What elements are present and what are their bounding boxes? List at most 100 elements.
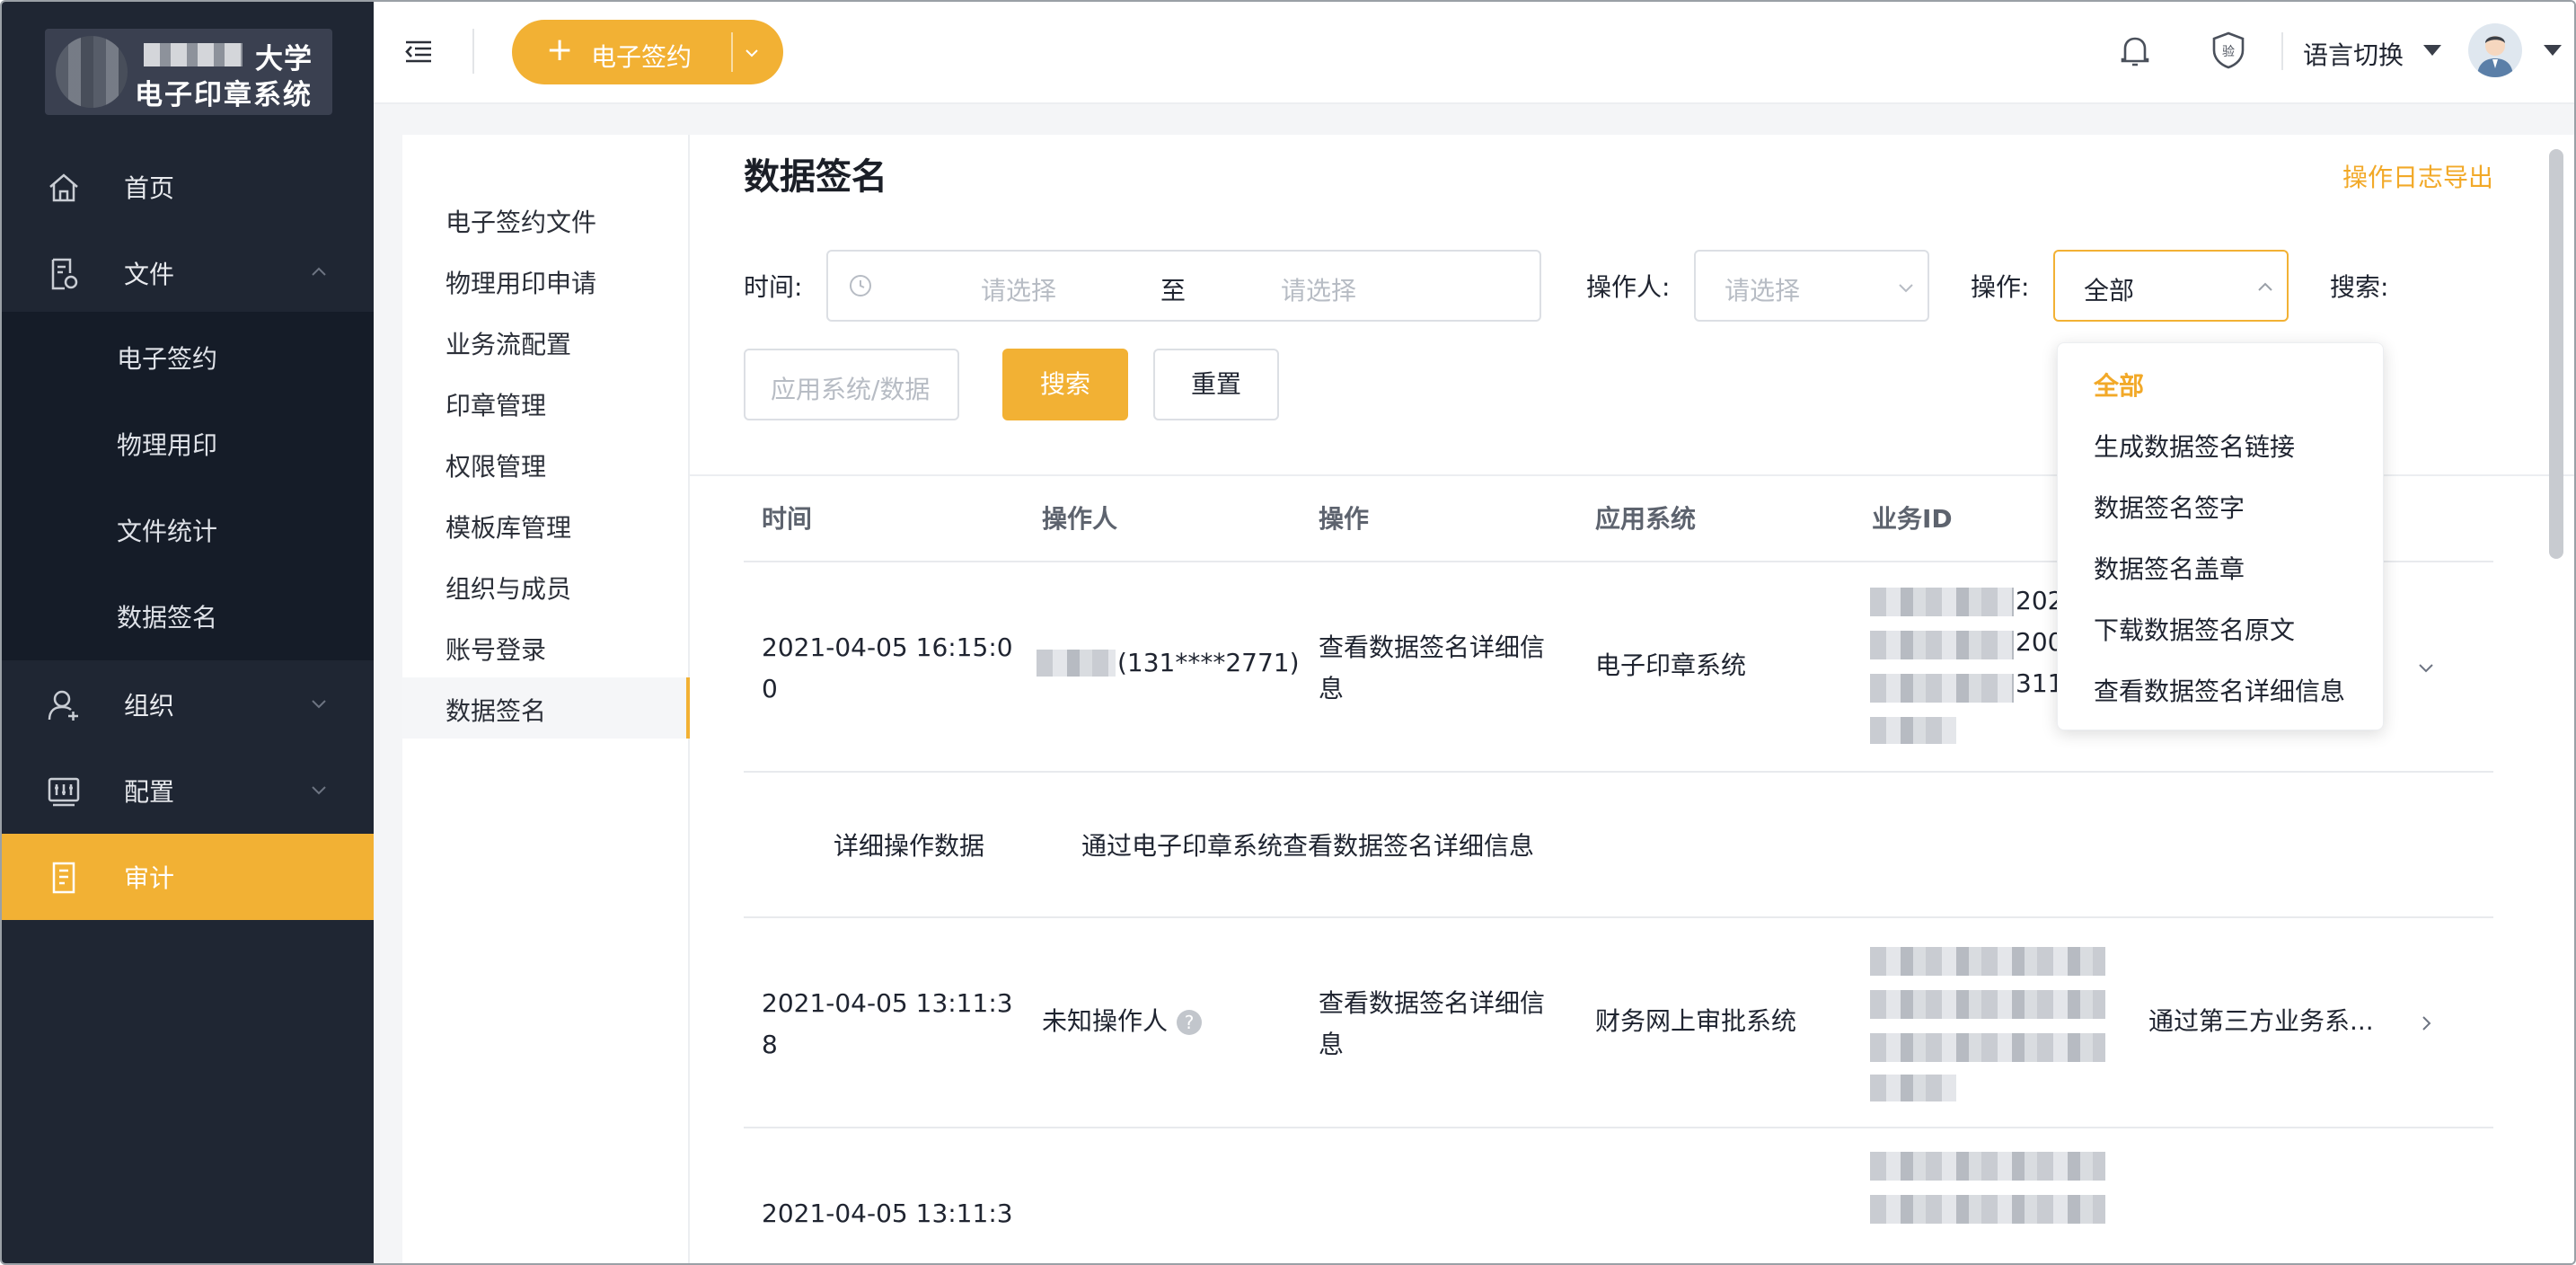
- menu-item-audit[interactable]: 审计: [2, 834, 374, 920]
- scroll-fade: [690, 1222, 2574, 1263]
- cell-extra: 通过第三方业务系...: [2148, 1006, 2374, 1036]
- search-input[interactable]: 应用系统/数据: [744, 349, 959, 420]
- page-title: 数据签名: [744, 156, 887, 198]
- menu-item-home[interactable]: 首页: [2, 144, 374, 230]
- cell-app-system: 电子印章系统: [1595, 650, 1747, 680]
- shield-verify-icon[interactable]: 验: [2210, 31, 2247, 70]
- menu-item-config[interactable]: 配置: [2, 748, 374, 834]
- cell-app-system: 财务网上审批系统: [1595, 1006, 1797, 1036]
- home-icon: [49, 173, 78, 202]
- blurred-business-id: [1870, 717, 1956, 744]
- caret-down-icon[interactable]: [2423, 45, 2441, 56]
- blurred-business-id: [1870, 990, 2105, 1019]
- divider: [472, 29, 474, 74]
- date-range-picker[interactable]: 请选择 至 请选择: [826, 250, 1541, 322]
- dropdown-option-view-detail[interactable]: 查看数据签名详细信息: [2094, 672, 2345, 708]
- blurred-business-id: [1870, 674, 2014, 703]
- config-icon: [48, 777, 80, 807]
- file-icon: [51, 258, 78, 290]
- bell-icon[interactable]: [2116, 32, 2154, 70]
- blurred-business-id: [1870, 1033, 2105, 1062]
- organization-icon: [48, 690, 78, 721]
- dropdown-option-sign[interactable]: 数据签名签字: [2094, 489, 2245, 525]
- operator-select-placeholder: 请选择: [1725, 276, 1801, 305]
- chevron-down-icon: [312, 700, 326, 709]
- esign-button[interactable]: + 电子签约: [512, 20, 783, 84]
- operator-select[interactable]: 请选择: [1694, 250, 1929, 322]
- logo-line1: 大学: [255, 43, 313, 75]
- submenu-item-file-stats[interactable]: 文件统计: [117, 512, 217, 548]
- blurred-operator-name: [1037, 650, 1116, 677]
- divider: [744, 916, 2493, 918]
- menu-label-file: 文件: [124, 260, 175, 289]
- divider: [744, 771, 2493, 773]
- menu-label-audit: 审计: [124, 863, 175, 893]
- submenu-item-esign[interactable]: 电子签约: [117, 340, 217, 376]
- operation-select[interactable]: 全部: [2053, 250, 2289, 322]
- submenu-item-data-signature[interactable]: 数据签名: [117, 598, 217, 634]
- clock-icon: [850, 275, 871, 296]
- scrollbar-thumb[interactable]: [2549, 149, 2563, 559]
- subnav-item-esign-files[interactable]: 电子签约文件: [446, 203, 596, 239]
- column-header-time: 时间: [762, 504, 813, 534]
- subnav-item-physical-seal-apply[interactable]: 物理用印申请: [446, 264, 596, 300]
- button-divider: [731, 32, 733, 72]
- operation-select-value: 全部: [2084, 276, 2135, 305]
- blurred-business-id: [1870, 1075, 1956, 1101]
- range-separator: 至: [1160, 276, 1187, 305]
- top-bar: + 电子签约 验 语言切换: [374, 2, 2574, 104]
- sidebar: 大学 电子印章系统 首页 文件 电子签约 物理用印 文件统计 数据签名 组织 配…: [2, 2, 374, 1263]
- chevron-down-icon[interactable]: [742, 43, 762, 63]
- submenu-item-physical-seal[interactable]: 物理用印: [117, 426, 217, 462]
- logo-blurred-name: [144, 43, 243, 66]
- menu-item-file[interactable]: 文件: [2, 230, 374, 316]
- chevron-right-icon[interactable]: [2414, 1012, 2438, 1035]
- logo-emblem: [56, 36, 128, 108]
- divider: [2281, 32, 2283, 70]
- cell-operator-phone: (131****2771): [1117, 648, 1300, 677]
- subnav-item-org-members[interactable]: 组织与成员: [446, 570, 571, 606]
- column-header-business-id: 业务ID: [1872, 504, 1953, 534]
- column-header-operator: 操作人: [1042, 504, 1118, 534]
- search-label: 搜索:: [2330, 272, 2389, 302]
- blurred-business-id: [1870, 1195, 2105, 1224]
- reset-button[interactable]: 重置: [1153, 349, 1279, 420]
- start-date-input[interactable]: 请选择: [981, 271, 1056, 307]
- end-date-input[interactable]: 请选择: [1281, 271, 1356, 307]
- subnav-item-account-login[interactable]: 账号登录: [446, 631, 546, 667]
- dropdown-option-download[interactable]: 下载数据签名原文: [2094, 611, 2295, 647]
- language-switch[interactable]: 语言切换: [2303, 36, 2404, 72]
- operator-label: 操作人:: [1586, 272, 1671, 302]
- blurred-business-id: [1870, 1152, 2105, 1181]
- chevron-down-icon[interactable]: [2414, 656, 2438, 679]
- subnav-item-data-signature[interactable]: 数据签名: [446, 692, 546, 728]
- menu-item-organization[interactable]: 组织: [2, 661, 374, 748]
- subnav-item-seal-management[interactable]: 印章管理: [446, 386, 546, 422]
- cell-time: 2021-04-05 13:11:3 8: [762, 988, 1013, 1059]
- subnav-item-permission-management[interactable]: 权限管理: [446, 447, 546, 483]
- sub-navigation: 电子签约文件 物理用印申请 业务流配置 印章管理 权限管理 模板库管理 组织与成…: [402, 135, 690, 1263]
- svg-text:验: 验: [2222, 45, 2235, 59]
- subnav-item-workflow-config[interactable]: 业务流配置: [446, 325, 571, 361]
- dropdown-option-stamp[interactable]: 数据签名盖章: [2094, 550, 2245, 586]
- search-input-placeholder: 应用系统/数据: [771, 375, 931, 404]
- esign-button-label: 电子签约: [591, 42, 693, 72]
- operation-dropdown-menu: 全部 生成数据签名链接 数据签名签字 数据签名盖章 下载数据签名原文 查看数据签…: [2057, 342, 2384, 730]
- column-header-app-system: 应用系统: [1595, 504, 1697, 534]
- chevron-down-icon: [1899, 284, 1913, 293]
- cell-operation: 查看数据签名详细信息: [1319, 988, 1546, 1059]
- dropdown-option-all[interactable]: 全部: [2094, 367, 2144, 402]
- export-log-link[interactable]: 操作日志导出: [2342, 158, 2493, 194]
- dropdown-option-generate-link[interactable]: 生成数据签名链接: [2094, 428, 2295, 464]
- avatar[interactable]: [2468, 23, 2522, 77]
- caret-down-icon[interactable]: [2544, 45, 2562, 56]
- cell-operation: 查看数据签名详细信息: [1319, 632, 1546, 703]
- help-icon[interactable]: ?: [1177, 1010, 1203, 1035]
- cell-operator: 未知操作人?: [1042, 1001, 1203, 1042]
- search-button[interactable]: 搜索: [1002, 349, 1128, 420]
- time-label: 时间:: [744, 272, 803, 302]
- subnav-item-template-library[interactable]: 模板库管理: [446, 509, 571, 544]
- collapse-menu-icon[interactable]: [402, 36, 435, 68]
- menu-label-home: 首页: [124, 173, 175, 203]
- content-panel: 电子签约文件 物理用印申请 业务流配置 印章管理 权限管理 模板库管理 组织与成…: [402, 135, 2574, 1263]
